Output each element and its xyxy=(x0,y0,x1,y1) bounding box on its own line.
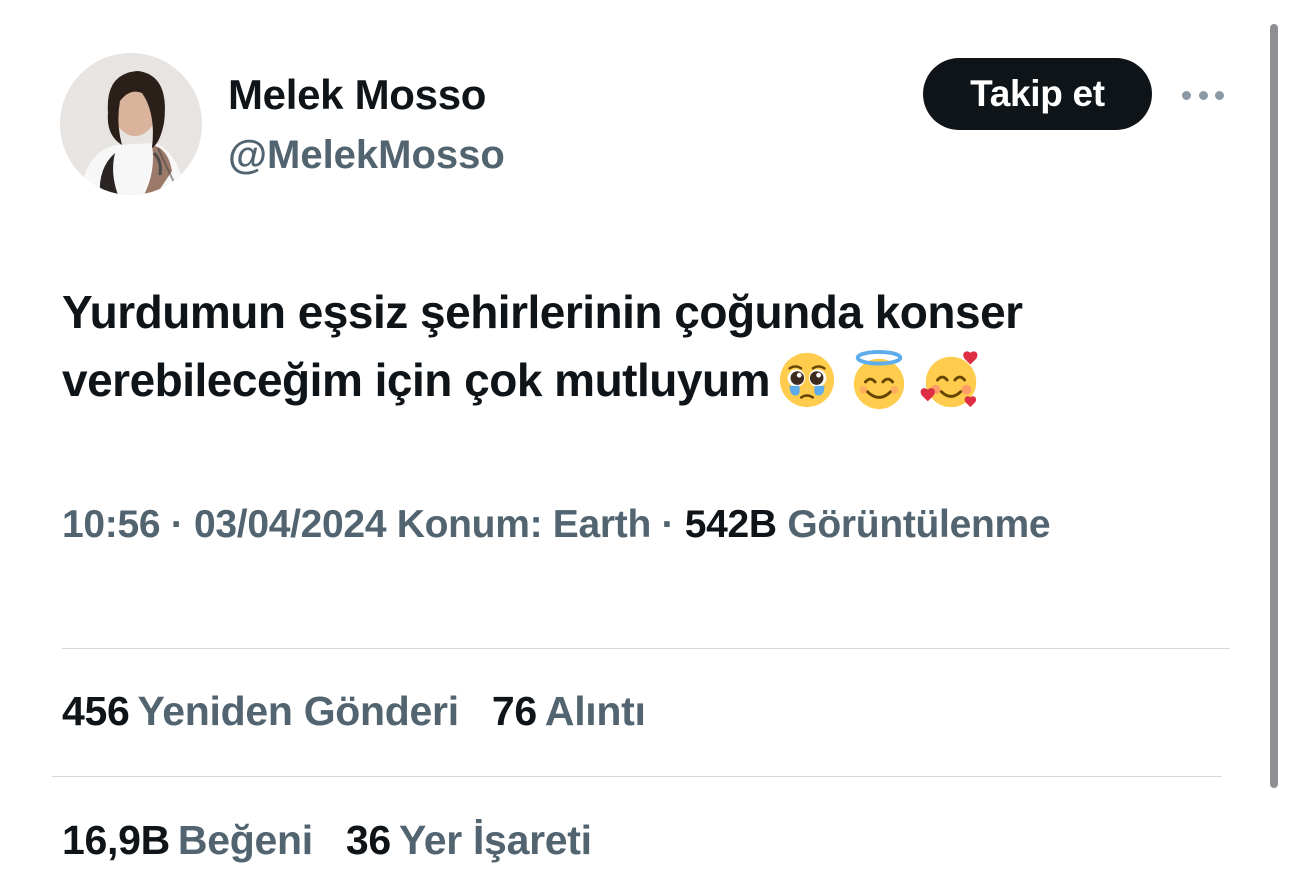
quotes-label: Alıntı xyxy=(544,688,646,734)
pleading-face-with-tears-icon xyxy=(779,352,835,407)
reposts-label: Yeniden Gönderi xyxy=(137,688,460,734)
more-dot xyxy=(1198,90,1208,100)
stats-row-likes: 16,9B Beğeni 36 Yer İşareti xyxy=(62,815,614,865)
follow-button[interactable]: Takip et xyxy=(923,58,1152,130)
meta-separator: · xyxy=(651,503,685,546)
author-handle[interactable]: @MelekMosso xyxy=(228,130,505,180)
reposts-stat[interactable]: 456 Yeniden Gönderi xyxy=(62,686,459,736)
scrollbar[interactable] xyxy=(1270,24,1278,788)
tweet-location: Konum: Earth xyxy=(396,503,652,546)
likes-count: 16,9B xyxy=(62,817,170,863)
quotes-stat[interactable]: 76 Alıntı xyxy=(492,686,646,736)
quotes-count: 76 xyxy=(491,688,537,734)
bookmarks-label: Yer İşareti xyxy=(398,817,592,863)
tweet-date[interactable]: 03/04/2024 xyxy=(194,503,387,546)
divider xyxy=(62,648,1230,649)
author-display-name[interactable]: Melek Mosso xyxy=(228,70,486,120)
likes-label: Beğeni xyxy=(177,817,313,863)
tweet-text: Yurdumun eşsiz şehirlerinin çoğunda kons… xyxy=(62,278,1242,415)
more-options-icon[interactable] xyxy=(1178,82,1228,108)
stats-row-reposts: 456 Yeniden Gönderi 76 Alıntı xyxy=(62,686,668,736)
views-label: Görüntülenme xyxy=(787,503,1051,546)
smiling-face-with-halo-icon xyxy=(853,349,905,409)
tweet-emojis xyxy=(776,349,982,411)
reposts-count: 456 xyxy=(62,688,130,734)
likes-stat[interactable]: 16,9B Beğeni xyxy=(62,815,313,865)
tweet-meta: 10:56 · 03/04/2024 Konum: Earth · 542B G… xyxy=(62,495,1212,555)
bookmarks-stat[interactable]: 36 Yer İşareti xyxy=(346,815,592,865)
bookmarks-count: 36 xyxy=(345,817,391,863)
meta-separator: · xyxy=(160,503,195,546)
author-avatar[interactable] xyxy=(60,53,202,195)
avatar-photo-icon xyxy=(60,53,202,195)
more-dot xyxy=(1215,90,1224,100)
more-dot xyxy=(1182,90,1191,100)
views-count: 542B xyxy=(684,503,777,546)
tweet-time[interactable]: 10:56 xyxy=(62,503,161,546)
smiling-face-with-hearts-icon xyxy=(920,351,978,407)
divider xyxy=(52,776,1222,777)
